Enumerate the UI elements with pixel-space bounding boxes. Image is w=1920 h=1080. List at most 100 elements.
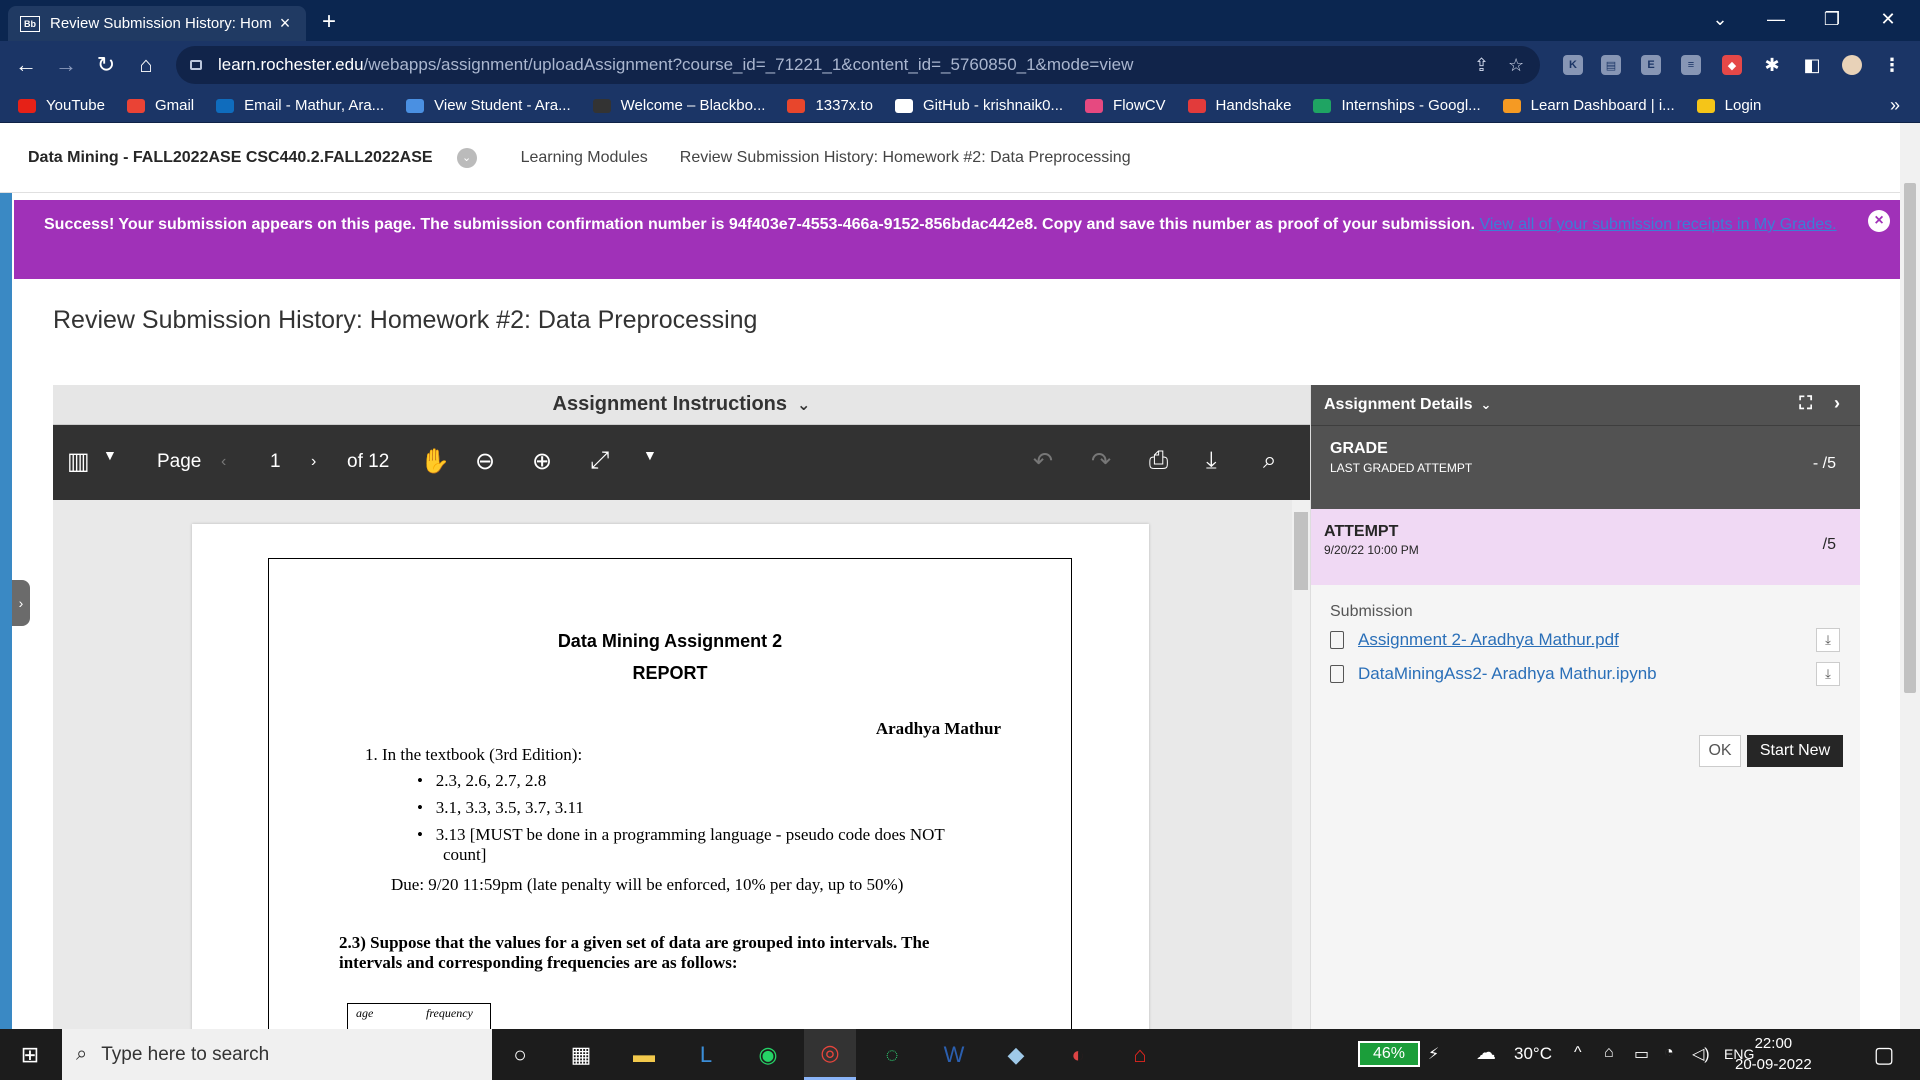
sidebar-dropdown-icon[interactable]: ▼ — [103, 447, 117, 463]
table-header: age — [356, 1006, 374, 1020]
bookmark-item[interactable]: Login — [1696, 97, 1761, 114]
assignment-instructions-toggle[interactable]: Assignment Instructions ⌄ — [53, 385, 1310, 425]
page-scroll-thumb[interactable] — [1904, 183, 1916, 693]
download-icon[interactable]: ⤓ — [1206, 447, 1217, 475]
sidebar-toggle-icon[interactable]: ▥ — [67, 447, 90, 476]
notifications-icon[interactable]: ▢ — [1858, 1029, 1910, 1080]
menu-icon[interactable]: ⋮ — [1882, 55, 1902, 75]
acrobat-icon[interactable]: ⌂ — [1114, 1029, 1166, 1080]
breadcrumb-learning-modules[interactable]: Learning Modules — [521, 149, 648, 167]
chrome-icon[interactable]: ◎ — [804, 1029, 856, 1080]
download-file-icon[interactable]: ⤓ — [1816, 628, 1840, 652]
bookmark-item[interactable]: Learn Dashboard | i... — [1502, 97, 1675, 114]
submission-file-link[interactable]: DataMiningAss2- Aradhya Mathur.ipynb — [1358, 664, 1657, 684]
bookmark-item[interactable]: Internships - Googl... — [1313, 97, 1481, 114]
bookmark-item[interactable]: GitHub - krishnaik0... — [894, 97, 1063, 114]
app-icon[interactable]: ◐ — [1052, 1029, 1104, 1080]
cortana-icon[interactable]: ○ — [494, 1029, 546, 1080]
ok-button[interactable]: OK — [1699, 735, 1741, 767]
print-icon[interactable]: ⎙ — [1149, 447, 1168, 475]
bookmark-item[interactable]: Gmail — [126, 97, 194, 114]
volume-icon[interactable]: ◁) — [1692, 1044, 1710, 1064]
pdf-scrollbar[interactable] — [1292, 500, 1310, 1029]
side-panel-icon[interactable]: ◧ — [1802, 55, 1822, 75]
expand-icon[interactable]: ⛶ — [1799, 393, 1812, 414]
app-ring-icon[interactable]: ◌ — [866, 1029, 918, 1080]
file-explorer-icon[interactable]: ▬ — [618, 1029, 670, 1080]
bookmark-item[interactable]: Welcome – Blackbo... — [592, 97, 765, 114]
pdf-page-area[interactable]: Data Mining Assignment 2 REPORT Aradhya … — [53, 500, 1310, 1029]
chevron-right-icon[interactable]: › — [1834, 393, 1840, 414]
reload-button[interactable]: ↻ — [86, 45, 126, 85]
extension-icon[interactable]: ▤ — [1601, 55, 1621, 75]
fit-page-icon[interactable]: ⤢ — [590, 447, 609, 475]
taskbar-search-box[interactable]: ⌕ Type here to search — [62, 1029, 492, 1080]
task-view-icon[interactable]: ▦ — [555, 1029, 607, 1080]
forward-button[interactable]: → — [46, 45, 86, 85]
start-new-button[interactable]: Start New — [1747, 735, 1843, 767]
course-title[interactable]: Data Mining - FALL2022ASE CSC440.2.FALL2… — [28, 149, 433, 167]
bookmark-item[interactable]: 1337x.to — [787, 97, 873, 114]
zoom-in-icon[interactable]: ⊕ — [532, 447, 552, 476]
clock[interactable]: 22:00 20-09-2022 — [1735, 1033, 1812, 1075]
extension-icon[interactable]: K — [1563, 55, 1583, 75]
shield-extension-icon[interactable]: ◆ — [1722, 55, 1742, 75]
tab-search-icon[interactable]: ⌄ — [1692, 0, 1748, 38]
bookmark-item[interactable]: FlowCV — [1085, 97, 1166, 114]
restore-button[interactable]: ❐ — [1804, 0, 1860, 38]
new-tab-button[interactable]: + — [322, 8, 336, 36]
home-button[interactable]: ⌂ — [126, 45, 166, 85]
app-l-icon[interactable]: L — [680, 1029, 732, 1080]
bookmark-star-icon[interactable]: ☆ — [1508, 55, 1524, 76]
pan-hand-icon[interactable]: ✋ — [420, 447, 450, 476]
download-file-icon[interactable]: ⤓ — [1816, 662, 1840, 686]
windows-start-icon[interactable]: ⊞ — [4, 1029, 56, 1080]
word-icon[interactable]: W — [928, 1029, 980, 1080]
back-button[interactable]: ← — [6, 45, 46, 85]
expand-course-menu-icon[interactable]: › — [12, 580, 30, 626]
page-number-input[interactable]: 1 — [270, 451, 281, 473]
tab-close-icon[interactable]: × — [276, 13, 294, 34]
bookmark-item[interactable]: Handshake — [1187, 97, 1291, 114]
whatsapp-icon[interactable]: ◉ — [742, 1029, 794, 1080]
previous-page-icon[interactable]: ‹ — [221, 453, 226, 471]
course-menu-chevron-icon[interactable]: ⌄ — [456, 147, 477, 168]
zoom-dropdown-icon[interactable]: ▼ — [643, 447, 657, 463]
undo-icon[interactable]: ↶ — [1033, 447, 1053, 476]
address-bar[interactable]: learn.rochester.edu/webapps/assignment/u… — [176, 46, 1540, 84]
show-hidden-icons-icon[interactable]: ^ — [1574, 1044, 1582, 1062]
success-message: Success! Your submission appears on this… — [44, 216, 1475, 233]
page-scrollbar[interactable] — [1900, 123, 1920, 1029]
assignment-details-header[interactable]: Assignment Details ⌄ ⛶ › — [1311, 385, 1860, 425]
extension-icon[interactable]: E — [1641, 55, 1661, 75]
redo-icon[interactable]: ↷ — [1091, 447, 1111, 476]
bookmark-item[interactable]: YouTube — [18, 97, 105, 114]
charging-icon: ⚡ — [1428, 1046, 1440, 1063]
more-bookmarks-icon[interactable]: » — [1890, 95, 1900, 116]
browser-tab[interactable]: Bb Review Submission History: Hom × — [8, 6, 306, 41]
submission-file-link[interactable]: Assignment 2- Aradhya Mathur.pdf — [1358, 630, 1619, 650]
attempt-section[interactable]: ATTEMPT 9/20/22 10:00 PM /5 — [1311, 509, 1860, 585]
zoom-out-icon[interactable]: ⊖ — [475, 447, 495, 476]
profile-avatar[interactable] — [1842, 55, 1862, 75]
network-icon[interactable]: ⌂ — [1604, 1044, 1614, 1062]
next-page-icon[interactable]: › — [311, 453, 316, 471]
search-icon[interactable]: ⌕ — [1263, 447, 1276, 475]
bookmark-item[interactable]: View Student - Ara... — [406, 97, 571, 114]
extensions-puzzle-icon[interactable]: ✱ — [1762, 55, 1782, 75]
receipts-link[interactable]: View all of your submission receipts in … — [1479, 216, 1836, 233]
url-host: learn.rochester.edu — [218, 55, 364, 74]
weather-temp[interactable]: 30°C — [1514, 1044, 1552, 1064]
bookmark-item[interactable]: Email - Mathur, Ara... — [216, 97, 384, 114]
minimize-button[interactable]: — — [1748, 0, 1804, 38]
weather-icon[interactable]: ☁ — [1476, 1040, 1496, 1065]
battery-indicator[interactable]: 46% — [1358, 1041, 1420, 1067]
share-icon[interactable]: ⇪ — [1474, 55, 1489, 76]
close-banner-icon[interactable]: × — [1868, 210, 1890, 232]
close-window-button[interactable]: ✕ — [1860, 0, 1916, 38]
wifi-icon[interactable]: ◔ — [1664, 1044, 1674, 1062]
pdf-scroll-thumb[interactable] — [1294, 512, 1308, 590]
extension-icon[interactable]: ≡ — [1681, 55, 1701, 75]
battery-tray-icon[interactable]: ▭ — [1634, 1044, 1649, 1064]
notes-icon[interactable]: ◆ — [990, 1029, 1042, 1080]
